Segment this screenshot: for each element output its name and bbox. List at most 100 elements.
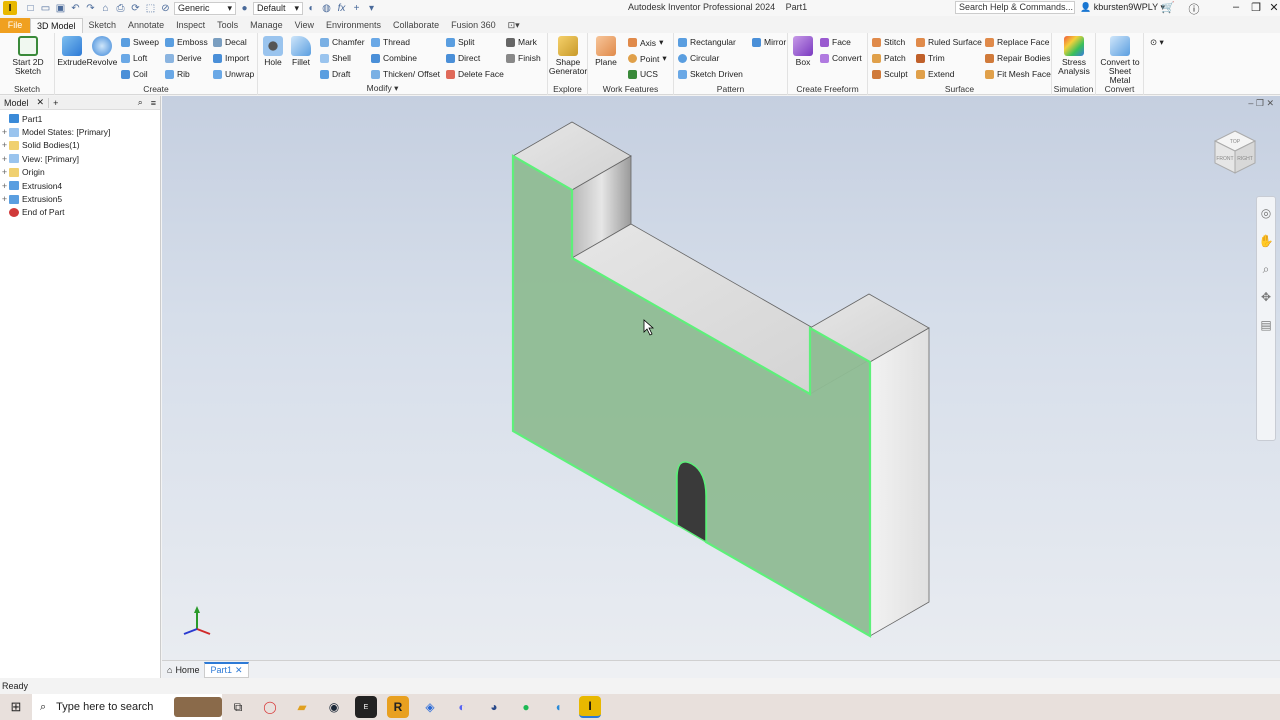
emboss-button[interactable]: Emboss bbox=[165, 37, 208, 47]
user-account[interactable]: 👤 kbursten9WPLY ▾ bbox=[1080, 2, 1165, 13]
rib-button[interactable]: Rib bbox=[165, 69, 190, 79]
import-button[interactable]: Import bbox=[213, 53, 249, 63]
update-icon[interactable]: ⟳ bbox=[129, 2, 142, 14]
steering-wheel-icon[interactable]: ◎ bbox=[1258, 205, 1274, 221]
inventor-app-icon[interactable]: I bbox=[3, 1, 17, 15]
minimize-view-icon[interactable]: – bbox=[1248, 98, 1253, 108]
sculpt-button[interactable]: Sculpt bbox=[872, 69, 908, 79]
copilot-icon[interactable]: ◖ bbox=[547, 696, 569, 718]
close-icon[interactable]: ✕ bbox=[235, 662, 243, 678]
delete-face-button[interactable]: Delete Face bbox=[446, 69, 504, 79]
close-view-icon[interactable]: ✕ bbox=[1266, 98, 1274, 108]
customize-icon[interactable]: ▾ bbox=[365, 2, 378, 14]
part1-tab[interactable]: Part1 ✕ bbox=[204, 661, 249, 678]
ribbon-settings-icon[interactable]: ⊙ ▾ bbox=[1150, 37, 1164, 48]
viewcube[interactable]: TOP FRONT RIGHT bbox=[1210, 126, 1260, 176]
zoom-icon[interactable]: ⌕ bbox=[1258, 261, 1274, 277]
maximize-view-icon[interactable]: ❐ bbox=[1256, 98, 1264, 108]
material-dropdown[interactable]: Default ▾ bbox=[253, 1, 303, 15]
stress-analysis-button[interactable]: Stress Analysis bbox=[1054, 36, 1094, 76]
fx-icon[interactable]: fx bbox=[335, 2, 348, 14]
tab-environments[interactable]: Environments bbox=[320, 18, 387, 33]
tree-item-end-of-part[interactable]: End of Part bbox=[0, 206, 160, 219]
ucs-button[interactable]: UCS bbox=[628, 69, 658, 79]
opera-icon[interactable]: ◯ bbox=[259, 696, 281, 718]
look-at-icon[interactable]: ▤ bbox=[1258, 317, 1274, 333]
home-icon[interactable]: ⌂ bbox=[99, 2, 112, 14]
viewcube-icon[interactable]: TOP FRONT RIGHT bbox=[1210, 126, 1260, 176]
mirror-button[interactable]: Mirror bbox=[752, 37, 786, 47]
menu-icon[interactable]: ≡ bbox=[147, 98, 160, 108]
tree-item-extrusion4[interactable]: + Extrusion4 bbox=[0, 179, 160, 192]
combine-button[interactable]: Combine bbox=[371, 53, 417, 63]
draft-button[interactable]: Draft bbox=[320, 69, 350, 79]
start-2d-sketch-button[interactable]: Start 2D Sketch bbox=[6, 36, 50, 76]
tab-3d-model[interactable]: 3D Model bbox=[30, 18, 83, 33]
thicken-offset-button[interactable]: Thicken/ Offset bbox=[371, 69, 440, 79]
unwrap-button[interactable]: Unwrap bbox=[213, 69, 254, 79]
sketch-driven-pattern-button[interactable]: Sketch Driven bbox=[678, 69, 743, 79]
add-tab-icon[interactable]: + bbox=[48, 97, 62, 108]
new-icon[interactable]: □ bbox=[24, 2, 37, 14]
repair-bodies-button[interactable]: Repair Bodies bbox=[985, 53, 1050, 63]
tab-view[interactable]: View bbox=[289, 18, 320, 33]
cart-icon[interactable]: 🛒 bbox=[1158, 1, 1178, 14]
help-icon[interactable]: ⓘ bbox=[1184, 1, 1204, 17]
roblox-icon[interactable]: R bbox=[387, 696, 409, 718]
clear-icon[interactable]: ◍ bbox=[320, 2, 333, 14]
loft-button[interactable]: Loft bbox=[121, 53, 147, 63]
arch-cutout[interactable] bbox=[676, 461, 707, 544]
close-icon[interactable]: ✕ bbox=[1264, 1, 1280, 14]
close-icon[interactable]: ✕ bbox=[33, 97, 49, 108]
derive-button[interactable]: Derive bbox=[165, 53, 202, 63]
fillet-button[interactable]: Fillet bbox=[288, 36, 314, 67]
windows-start-icon[interactable]: ⊞ bbox=[0, 694, 32, 720]
right-end-face[interactable] bbox=[869, 327, 930, 637]
viewcube-top-label[interactable]: TOP bbox=[1230, 139, 1241, 145]
redo-icon[interactable]: ↷ bbox=[84, 2, 97, 14]
discord-icon[interactable]: ◐ bbox=[451, 696, 473, 718]
steam-icon[interactable]: ◉ bbox=[323, 696, 345, 718]
tab-inspect[interactable]: Inspect bbox=[170, 18, 211, 33]
tab-collaborate[interactable]: Collaborate bbox=[387, 18, 445, 33]
tree-item-model-states[interactable]: + Model States: [Primary] bbox=[0, 125, 160, 138]
expand-toggle[interactable]: + bbox=[0, 154, 9, 164]
open-icon[interactable]: ▭ bbox=[39, 2, 52, 14]
add-icon[interactable]: + bbox=[350, 2, 363, 14]
tab-file[interactable]: File bbox=[0, 18, 30, 33]
model-canvas[interactable] bbox=[162, 96, 1280, 660]
freeform-convert-button[interactable]: Convert bbox=[820, 53, 862, 63]
selected-front-face[interactable] bbox=[511, 154, 872, 638]
print-icon[interactable]: ⎙ bbox=[114, 2, 127, 14]
taskbar-search-box[interactable]: ⌕ Type here to search bbox=[32, 694, 222, 720]
home-tab[interactable]: ⌂ Home bbox=[162, 662, 204, 678]
hole-button[interactable]: Hole bbox=[260, 36, 286, 67]
minimize-icon[interactable]: – bbox=[1226, 1, 1246, 13]
replace-face-button[interactable]: Replace Face bbox=[985, 37, 1049, 47]
tab-annotate[interactable]: Annotate bbox=[122, 18, 170, 33]
epic-games-icon[interactable]: E bbox=[355, 696, 377, 718]
task-view-icon[interactable]: ⧉ bbox=[227, 696, 249, 718]
tab-fusion-360[interactable]: Fusion 360 bbox=[445, 18, 502, 33]
expand-toggle[interactable]: + bbox=[0, 140, 9, 150]
app-icon[interactable]: ◈ bbox=[419, 696, 441, 718]
thread-button[interactable]: Thread bbox=[371, 37, 410, 47]
tree-item-solid-bodies[interactable]: + Solid Bodies(1) bbox=[0, 139, 160, 152]
axis-button[interactable]: Axis ▾ bbox=[628, 37, 663, 48]
search-icon[interactable]: ⌕ bbox=[134, 97, 147, 108]
ruled-surface-button[interactable]: Ruled Surface bbox=[916, 37, 982, 47]
shell-button[interactable]: Shell bbox=[320, 53, 351, 63]
stitch-button[interactable]: Stitch bbox=[872, 37, 905, 47]
ribbon-options-icon[interactable]: ⊡▾ bbox=[502, 18, 526, 33]
fit-mesh-face-button[interactable]: Fit Mesh Face bbox=[985, 69, 1051, 79]
chamfer-button[interactable]: Chamfer bbox=[320, 37, 365, 47]
orbit-icon[interactable]: ✥ bbox=[1258, 289, 1274, 305]
tree-item-origin[interactable]: + Origin bbox=[0, 166, 160, 179]
tab-tools[interactable]: Tools bbox=[211, 18, 244, 33]
save-icon[interactable]: ▣ bbox=[54, 2, 67, 14]
finish-button[interactable]: Finish bbox=[506, 53, 541, 63]
coil-button[interactable]: Coil bbox=[121, 69, 148, 79]
tree-item-part[interactable]: Part1 bbox=[0, 112, 160, 125]
browser-tab-model[interactable]: Model bbox=[0, 98, 33, 108]
plane-button[interactable]: Plane bbox=[592, 36, 620, 67]
